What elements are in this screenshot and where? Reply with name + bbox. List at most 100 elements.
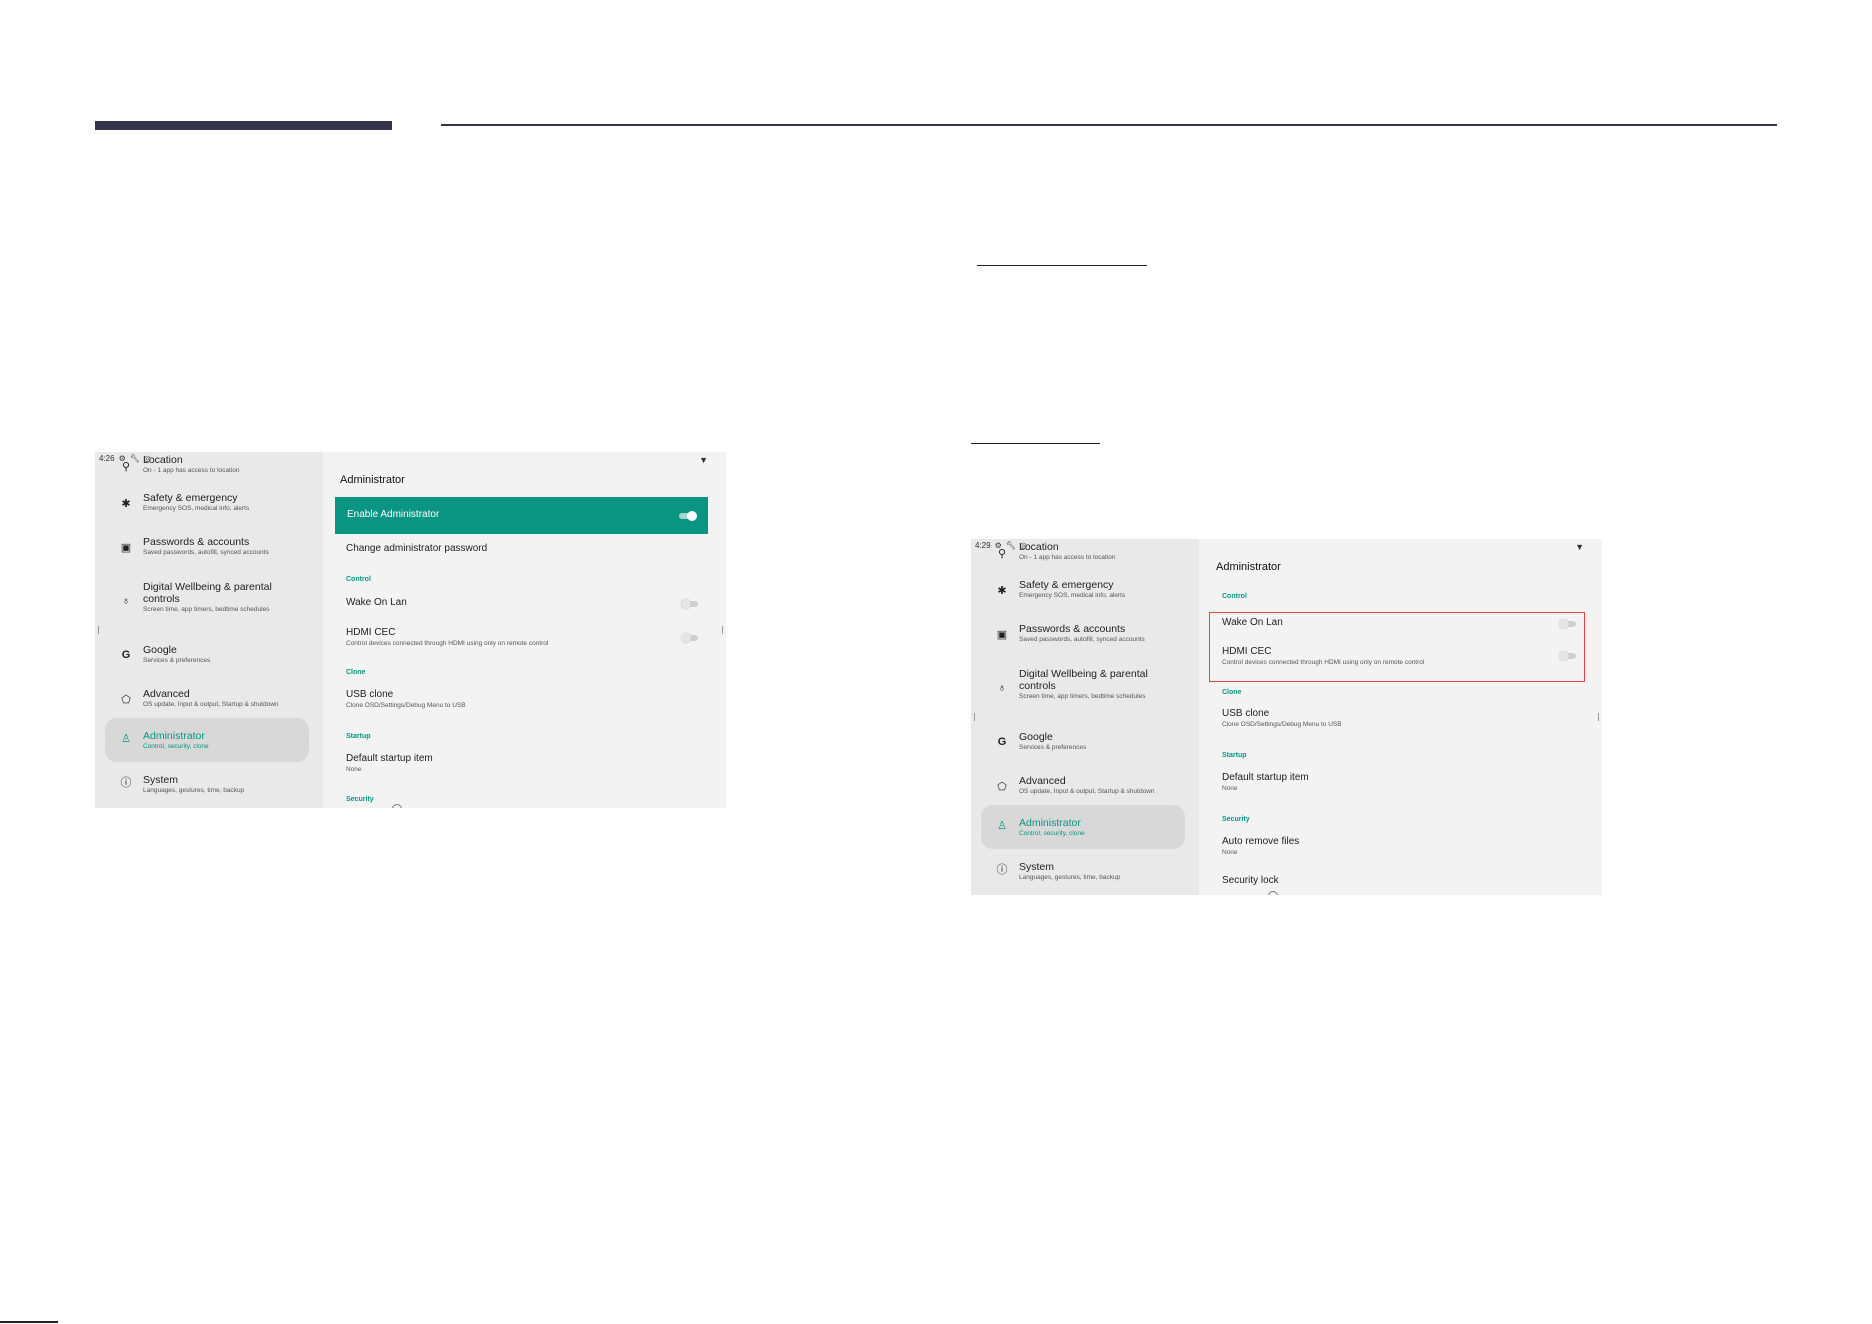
- sidebar-item-subtitle: OS update, Input & output, Startup & shu…: [143, 701, 279, 708]
- enable-administrator-toggle[interactable]: [679, 511, 697, 521]
- wifi-icon: ▼: [1575, 542, 1584, 552]
- toggle-knob: [687, 511, 697, 521]
- badge-icon: ◎: [143, 454, 151, 463]
- administrator-panel: ▼ Administrator Enable Administrator Cha…: [323, 452, 726, 808]
- screenshot-administrator-enable: ⚲ Location On - 1 app has access to loca…: [95, 452, 726, 808]
- sidebar-item-title: Advanced: [1019, 775, 1066, 787]
- cut-off-icon: [1268, 891, 1278, 895]
- google-icon: G: [121, 649, 131, 661]
- toggle-knob: [1559, 619, 1569, 629]
- status-time: 4:26: [99, 454, 115, 463]
- page-title: Administrator: [1216, 561, 1281, 573]
- heading-underline-1: [977, 265, 1147, 266]
- sidebar-item-subtitle: Control, security, clone: [143, 743, 209, 750]
- page-footer-rule: [0, 1321, 58, 1323]
- toggle-knob: [681, 633, 691, 643]
- wake-on-lan-item[interactable]: Wake On Lan: [1222, 617, 1283, 628]
- hdmi-cec-description: Control devices connected through HDMI u…: [1222, 659, 1425, 666]
- advanced-icon: ⬠: [121, 694, 131, 706]
- asterisk-icon: ✱: [121, 498, 131, 510]
- hdmi-cec-item[interactable]: HDMI CEC: [346, 627, 395, 638]
- administrator-icon: ♙: [997, 820, 1007, 832]
- id-card-icon: ▣: [120, 542, 132, 554]
- sidebar-item-title: System: [1019, 861, 1055, 873]
- sidebar-item-digital-wellbeing[interactable]: ♁ Digital Wellbeing & parental controls …: [105, 580, 309, 630]
- hdmi-cec-toggle[interactable]: [681, 633, 698, 643]
- wellbeing-icon: ♁: [121, 595, 131, 607]
- section-clone: Clone: [1222, 689, 1242, 696]
- default-startup-item[interactable]: Default startup item: [1222, 772, 1309, 783]
- sidebar-item-digital-wellbeing[interactable]: ♁ Digital Wellbeing & parental controls …: [981, 667, 1185, 717]
- hdmi-cec-toggle[interactable]: [1559, 651, 1576, 661]
- sidebar-item-administrator[interactable]: ♙ Administrator Control, security, clone: [105, 718, 309, 762]
- security-lock-item[interactable]: Security lock: [1222, 875, 1279, 886]
- section-security: Security: [1222, 816, 1250, 823]
- sidebar-item-title: System: [143, 774, 179, 786]
- sidebar-item-title: Digital Wellbeing & parental: [1019, 668, 1148, 680]
- info-icon: ⓘ: [996, 864, 1008, 876]
- wake-on-lan-item[interactable]: Wake On Lan: [346, 597, 407, 608]
- sidebar-item-subtitle: On - 1 app has access to location: [1019, 554, 1116, 561]
- sidebar-item-title: Administrator: [1019, 817, 1081, 829]
- sidebar-item-subtitle: Saved passwords, autofill, synced accoun…: [143, 549, 269, 556]
- sidebar-item-system[interactable]: ⓘ System Languages, gestures, time, back…: [981, 849, 1185, 893]
- auto-remove-files-item[interactable]: Auto remove files: [1222, 836, 1299, 847]
- hdmi-cec-item[interactable]: HDMI CEC: [1222, 646, 1271, 657]
- section-startup: Startup: [346, 733, 371, 740]
- sidebar-item-subtitle: Languages, gestures, time, backup: [143, 787, 245, 794]
- google-icon: G: [997, 736, 1007, 748]
- badge-icon: ◎: [1019, 541, 1027, 550]
- wake-on-lan-toggle[interactable]: [1559, 619, 1576, 629]
- sidebar-item-subtitle: Emergency SOS, medical info, alerts: [143, 505, 250, 512]
- administrator-icon: ♙: [121, 733, 131, 745]
- enable-administrator-label: Enable Administrator: [347, 509, 440, 520]
- sidebar-item-subtitle: OS update, Input & output, Startup & shu…: [1019, 788, 1155, 795]
- usb-clone-item[interactable]: USB clone: [346, 689, 393, 700]
- sidebar-item-title: Advanced: [143, 688, 190, 700]
- settings-sidebar: ⚲ Location On - 1 app has access to loca…: [971, 539, 1199, 895]
- sidebar-item-title-line2: controls: [143, 593, 180, 605]
- scroll-edge-right: [1598, 713, 1602, 721]
- status-bar: 4:29 ⚙ 🔧︎ ◎: [975, 541, 1027, 550]
- sidebar-item-safety[interactable]: ✱ Safety & emergency Emergency SOS, medi…: [105, 485, 309, 529]
- sidebar-item-passwords[interactable]: ▣ Passwords & accounts Saved passwords, …: [105, 529, 309, 573]
- info-icon: ⓘ: [120, 777, 132, 789]
- auto-remove-files-value: None: [1222, 849, 1238, 856]
- section-control: Control: [1222, 593, 1247, 600]
- gear-icon: ⚙: [118, 454, 126, 463]
- wellbeing-icon: ♁: [997, 682, 1007, 694]
- sidebar-item-subtitle: Services & preferences: [143, 657, 211, 664]
- sidebar-item-system[interactable]: ⓘ System Languages, gestures, time, back…: [105, 762, 309, 806]
- sidebar-item-subtitle: Saved passwords, autofill, synced accoun…: [1019, 636, 1145, 643]
- screenshot-administrator-control: ⚲ Location On - 1 app has access to loca…: [971, 539, 1602, 895]
- sidebar-item-google[interactable]: G Google Services & preferences: [105, 637, 309, 681]
- wrench-icon: 🔧︎: [129, 454, 140, 463]
- scroll-edge-right: [722, 626, 726, 634]
- sidebar-item-title: Passwords & accounts: [143, 536, 250, 548]
- sidebar-item-passwords[interactable]: ▣ Passwords & accounts Saved passwords, …: [981, 616, 1185, 660]
- usb-clone-item[interactable]: USB clone: [1222, 708, 1269, 719]
- sidebar-item-safety[interactable]: ✱ Safety & emergency Emergency SOS, medi…: [981, 572, 1185, 616]
- change-password-item[interactable]: Change administrator password: [346, 543, 487, 554]
- sidebar-item-title: Google: [143, 644, 177, 656]
- section-security: Security: [346, 796, 374, 803]
- heading-underline-2: [971, 443, 1100, 444]
- status-time: 4:29: [975, 541, 991, 550]
- status-bar: 4:26 ⚙ 🔧︎ ◎: [99, 454, 151, 463]
- sidebar-item-title: Passwords & accounts: [1019, 623, 1126, 635]
- default-startup-value: None: [1222, 785, 1238, 792]
- gear-icon: ⚙: [994, 541, 1002, 550]
- sidebar-item-subtitle: On - 1 app has access to location: [143, 467, 240, 474]
- sidebar-item-google[interactable]: G Google Services & preferences: [981, 724, 1185, 768]
- sidebar-item-title: Administrator: [143, 730, 205, 742]
- page-title: Administrator: [340, 474, 405, 486]
- default-startup-item[interactable]: Default startup item: [346, 753, 433, 764]
- header-rule: [441, 124, 1777, 126]
- header-bar-thick: [95, 121, 392, 130]
- sidebar-item-title: Safety & emergency: [143, 492, 238, 504]
- wake-on-lan-toggle[interactable]: [681, 599, 698, 609]
- sidebar-item-subtitle: Control, security, clone: [1019, 830, 1085, 837]
- sidebar-item-title: Safety & emergency: [1019, 579, 1114, 591]
- enable-administrator-row[interactable]: Enable Administrator: [335, 497, 708, 534]
- sidebar-item-administrator[interactable]: ♙ Administrator Control, security, clone: [981, 805, 1185, 849]
